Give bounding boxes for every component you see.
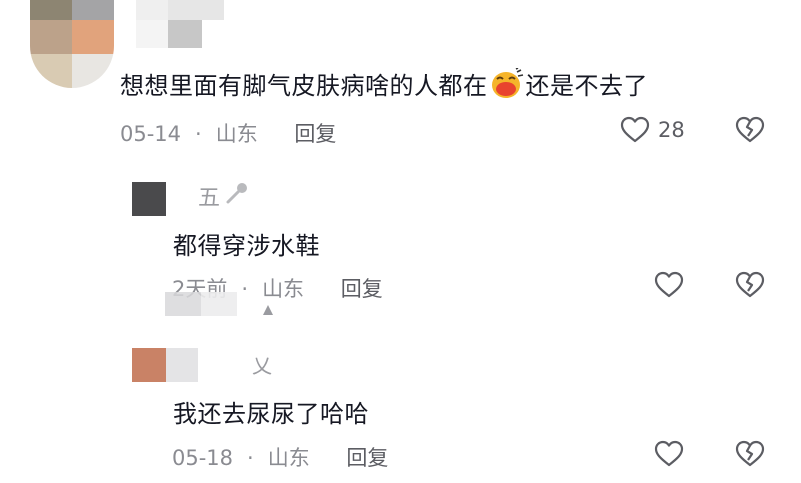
comment-date: 05-14 — [120, 122, 182, 146]
like-button[interactable] — [654, 271, 684, 299]
username-text: 五 — [198, 186, 221, 211]
heart-outline-icon — [654, 440, 684, 468]
meta-separator: · — [247, 446, 254, 470]
reply-text[interactable]: 我还去尿尿了哈哈 — [173, 394, 369, 429]
heart-outline-icon — [620, 116, 650, 144]
comment-text-part1: 想想里面有脚气皮肤病啥的人都在 — [120, 72, 488, 100]
broken-heart-icon — [735, 116, 765, 144]
avatar[interactable] — [132, 348, 198, 382]
meta-separator: · — [241, 277, 249, 301]
reply-username[interactable]: 五 — [198, 180, 250, 212]
comment-location: 山东 — [215, 122, 258, 146]
comment-meta: 05-14 · 山东 回复 — [120, 118, 336, 148]
dislike-button[interactable] — [735, 271, 765, 299]
like-count: 28 — [658, 118, 685, 142]
reply-button[interactable]: 回复 — [294, 122, 336, 146]
avatar[interactable] — [132, 182, 166, 216]
meta-separator: · — [195, 122, 202, 146]
avatar[interactable] — [30, 0, 114, 88]
microphone-icon — [224, 180, 250, 212]
reply-username[interactable]: 乂 — [252, 350, 272, 379]
reply-button[interactable]: 回复 — [346, 446, 388, 470]
comment-text-part2: 还是不去了 — [525, 72, 648, 100]
dislike-button[interactable] — [735, 440, 765, 468]
reply-meta: 05-18 · 山东 回复 — [172, 442, 388, 472]
broken-heart-icon — [735, 440, 765, 468]
like-button[interactable] — [654, 440, 684, 468]
reply-text[interactable]: 都得穿涉水鞋 — [173, 226, 320, 261]
comment-location: 山东 — [262, 277, 305, 301]
username-redacted[interactable] — [136, 0, 224, 48]
reply-button[interactable]: 回复 — [341, 277, 383, 301]
heart-outline-icon — [654, 271, 684, 299]
comment-location: 山东 — [267, 446, 310, 470]
laughing-crying-emoji-icon — [490, 67, 524, 100]
redaction-smudge — [165, 292, 237, 316]
broken-heart-icon — [735, 271, 765, 299]
small-arrow-mark — [263, 305, 273, 315]
comment-date: 05-18 — [172, 446, 234, 470]
comment-text[interactable]: 想想里面有脚气皮肤病啥的人都在 还是不去了 — [120, 66, 648, 101]
dislike-button[interactable] — [735, 116, 765, 144]
like-button[interactable]: 28 — [620, 116, 685, 144]
